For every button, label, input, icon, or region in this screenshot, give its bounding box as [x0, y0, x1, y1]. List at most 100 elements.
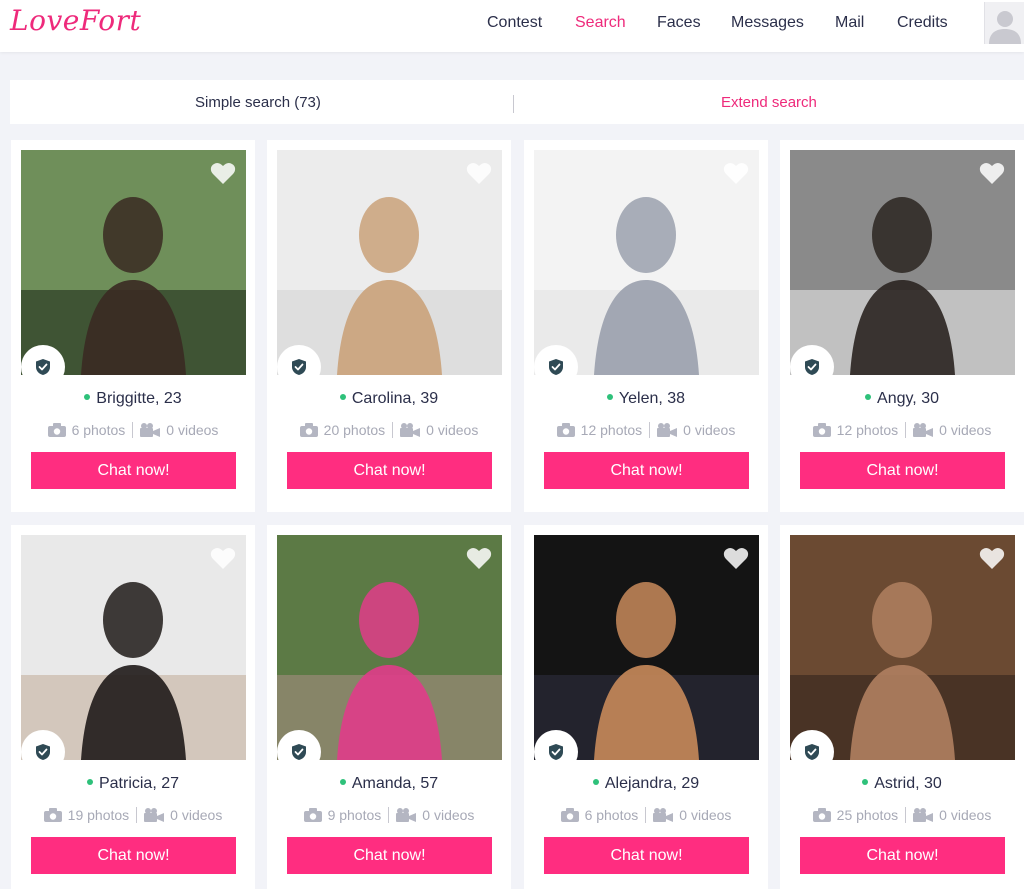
online-status-dot [592, 778, 599, 785]
profile-name[interactable]: Carolina, 39 [267, 390, 511, 408]
nav-item-credits[interactable]: Credits [897, 14, 948, 32]
profile-name-text: Briggitte, 23 [96, 390, 182, 407]
top-navigation-bar: LoveFort Contest Search Faces Messages M… [0, 0, 1024, 52]
online-status-dot [84, 393, 91, 400]
profile-card[interactable]: Angy, 30 12 photos 0 videos Chat now! [780, 140, 1024, 512]
nav-item-messages[interactable]: Messages [731, 14, 804, 32]
heart-icon [466, 547, 492, 569]
photo-count: 12 photos [812, 422, 898, 438]
favorite-button[interactable] [723, 547, 749, 571]
profile-name[interactable]: Alejandra, 29 [524, 775, 768, 793]
stats-divider [136, 807, 138, 823]
video-count: 0 videos [140, 422, 218, 438]
online-status-dot [86, 778, 93, 785]
nav-item-mail[interactable]: Mail [835, 14, 864, 32]
profile-photo-frame[interactable] [21, 150, 246, 375]
profile-name[interactable]: Angy, 30 [780, 390, 1024, 408]
profile-name-text: Alejandra, 29 [604, 775, 700, 792]
favorite-button[interactable] [723, 162, 749, 186]
stats-divider [645, 807, 647, 823]
chat-now-button[interactable]: Chat now! [287, 452, 492, 489]
video-camera-icon [657, 423, 678, 437]
photo-count: 20 photos [299, 422, 385, 438]
profile-photo-frame[interactable] [790, 150, 1015, 375]
profile-card[interactable]: Patricia, 27 19 photos 0 videos Chat now… [11, 525, 255, 889]
favorite-button[interactable] [979, 547, 1005, 571]
media-stats: 6 photos 0 videos [11, 422, 255, 438]
video-count: 0 videos [653, 807, 731, 823]
profile-name[interactable]: Patricia, 27 [11, 775, 255, 793]
favorite-button[interactable] [979, 162, 1005, 186]
camera-icon [47, 423, 66, 437]
verified-badge [534, 730, 578, 774]
chat-now-button[interactable]: Chat now! [287, 837, 492, 874]
video-count: 0 videos [144, 807, 222, 823]
nav-item-faces[interactable]: Faces [657, 14, 701, 32]
favorite-button[interactable] [466, 547, 492, 571]
favorite-button[interactable] [210, 162, 236, 186]
heart-icon [210, 162, 236, 184]
profile-photo-frame[interactable] [277, 150, 502, 375]
user-avatar[interactable] [984, 2, 1024, 44]
camera-icon [812, 423, 831, 437]
video-camera-icon [140, 423, 161, 437]
online-status-dot [865, 393, 872, 400]
profile-name[interactable]: Yelen, 38 [524, 390, 768, 408]
verified-badge [790, 730, 834, 774]
photo-count: 6 photos [47, 422, 125, 438]
camera-icon [43, 808, 62, 822]
profile-name-text: Astrid, 30 [874, 775, 942, 792]
profile-card[interactable]: Briggitte, 23 6 photos 0 videos Chat now… [11, 140, 255, 512]
favorite-button[interactable] [210, 547, 236, 571]
chat-now-button[interactable]: Chat now! [544, 837, 749, 874]
profile-name-text: Carolina, 39 [351, 390, 439, 407]
profile-photo-frame[interactable] [790, 535, 1015, 760]
nav-item-search[interactable]: Search [575, 14, 626, 32]
chat-now-button[interactable]: Chat now! [800, 837, 1005, 874]
tab-extend-search[interactable]: Extend search [721, 94, 817, 111]
video-camera-icon [400, 423, 421, 437]
online-status-dot [606, 393, 613, 400]
chat-now-button[interactable]: Chat now! [800, 452, 1005, 489]
video-count: 0 videos [913, 807, 991, 823]
profile-photo-frame[interactable] [534, 535, 759, 760]
photo-count: 6 photos [560, 807, 638, 823]
favorite-button[interactable] [466, 162, 492, 186]
profile-photo-frame[interactable] [534, 150, 759, 375]
profile-name[interactable]: Astrid, 30 [780, 775, 1024, 793]
chat-now-button[interactable]: Chat now! [544, 452, 749, 489]
verified-shield-icon [805, 744, 819, 760]
profile-photo-frame[interactable] [21, 535, 246, 760]
tab-simple-search[interactable]: Simple search (73) [195, 94, 321, 111]
profile-card[interactable]: Alejandra, 29 6 photos 0 videos Chat now… [524, 525, 768, 889]
video-camera-icon [144, 808, 165, 822]
media-stats: 19 photos 0 videos [11, 807, 255, 823]
profile-card[interactable]: Yelen, 38 12 photos 0 videos Chat now! [524, 140, 768, 512]
heart-icon [723, 162, 749, 184]
profile-name[interactable]: Amanda, 57 [267, 775, 511, 793]
photo-count: 12 photos [556, 422, 642, 438]
media-stats: 12 photos 0 videos [780, 422, 1024, 438]
video-count: 0 videos [657, 422, 735, 438]
heart-icon [723, 547, 749, 569]
nav-item-contest[interactable]: Contest [487, 14, 542, 32]
video-camera-icon [913, 423, 934, 437]
video-camera-icon [913, 808, 934, 822]
profile-card[interactable]: Carolina, 39 20 photos 0 videos Chat now… [267, 140, 511, 512]
photo-count: 9 photos [303, 807, 381, 823]
stats-divider [905, 807, 907, 823]
camera-icon [303, 808, 322, 822]
chat-now-button[interactable]: Chat now! [31, 452, 236, 489]
media-stats: 12 photos 0 videos [524, 422, 768, 438]
video-count: 0 videos [913, 422, 991, 438]
profile-name[interactable]: Briggitte, 23 [11, 390, 255, 408]
profile-card[interactable]: Astrid, 30 25 photos 0 videos Chat now! [780, 525, 1024, 889]
site-logo[interactable]: LoveFort [10, 4, 141, 37]
profile-photo-frame[interactable] [277, 535, 502, 760]
verified-shield-icon [292, 744, 306, 760]
camera-icon [812, 808, 831, 822]
verified-badge [21, 730, 65, 774]
profile-card[interactable]: Amanda, 57 9 photos 0 videos Chat now! [267, 525, 511, 889]
chat-now-button[interactable]: Chat now! [31, 837, 236, 874]
video-camera-icon [653, 808, 674, 822]
